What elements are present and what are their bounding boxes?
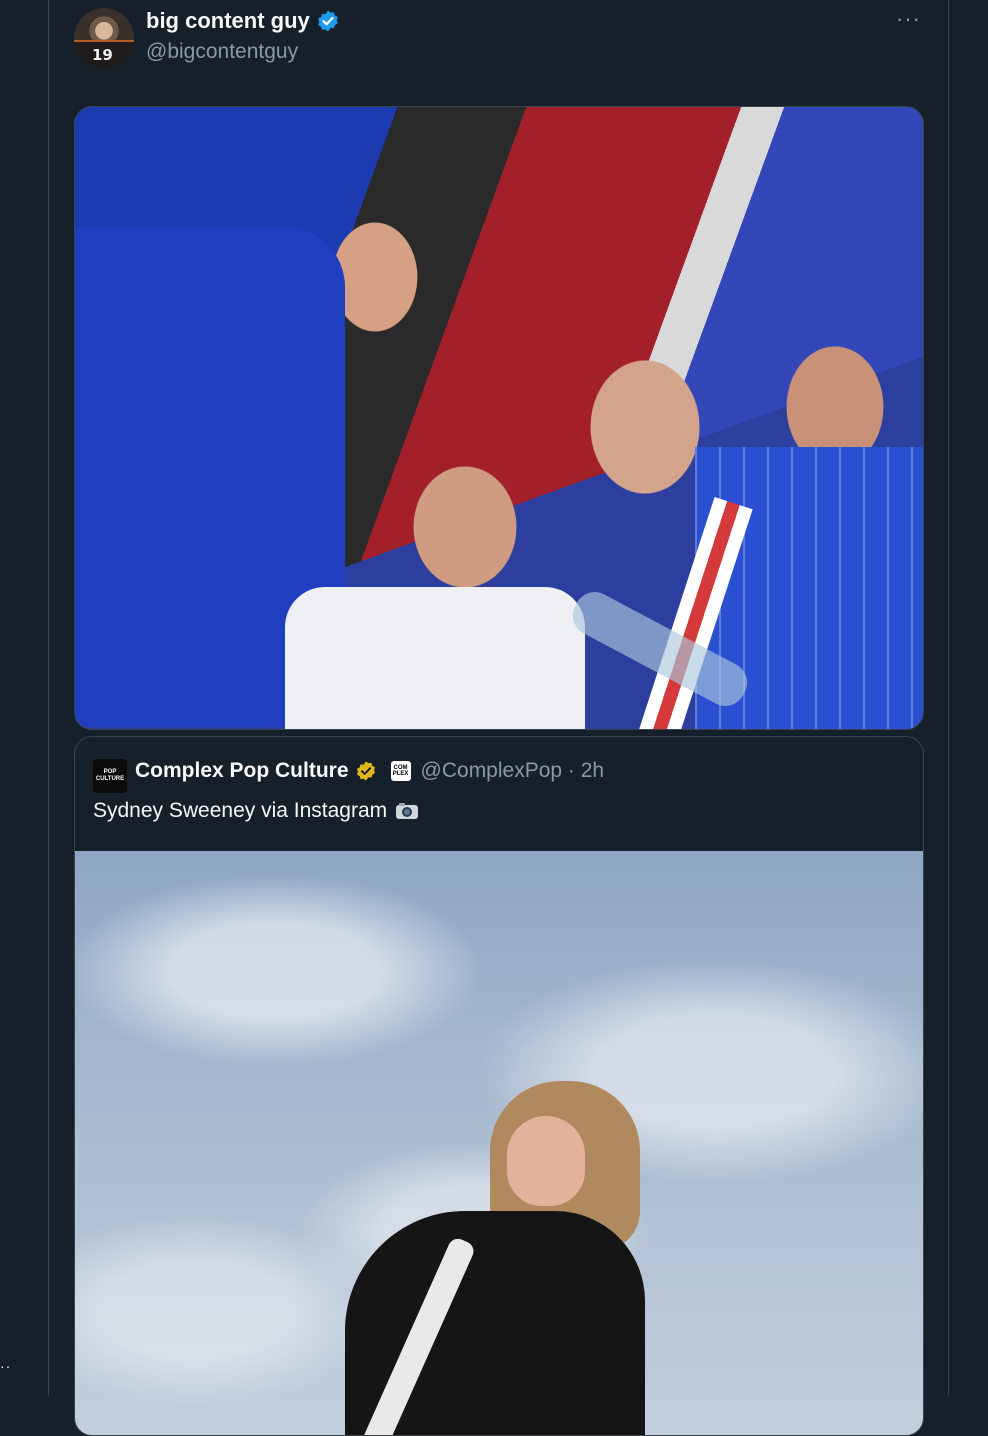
affiliate-badge-icon: COM PLEX — [390, 761, 411, 781]
sidebar-more-dots[interactable]: ·· — [0, 1358, 11, 1374]
quoted-tweet-card[interactable]: POP CULTURE Complex Pop Culture COM PLEX… — [74, 736, 924, 1436]
gold-verified-badge-icon — [356, 761, 375, 781]
quoted-author-avatar[interactable]: POP CULTURE — [93, 759, 127, 793]
author-display-name[interactable]: big content guy — [146, 8, 310, 34]
quoted-tweet-text: Sydney Sweeney via Instagram — [93, 799, 388, 822]
photo-region-face — [507, 1116, 585, 1206]
photo-region-white-shirt — [285, 587, 585, 729]
more-options-button[interactable]: ··· — [896, 6, 921, 32]
quoted-tweet-text-row: Sydney Sweeney via Instagram — [93, 799, 419, 823]
author-name-row: big content guy — [146, 8, 340, 34]
quoted-author-row: Complex Pop Culture COM PLEX @ComplexPop… — [135, 759, 604, 783]
quoted-author-display-name[interactable]: Complex Pop Culture — [135, 759, 349, 783]
timeline-right-border — [948, 0, 949, 1396]
avatar-jersey-number: 19 — [92, 46, 113, 64]
verified-badge-icon — [317, 10, 338, 32]
author-avatar[interactable]: 19 — [74, 8, 134, 68]
tweet-photo[interactable] — [74, 106, 924, 730]
timeline-left-border — [48, 0, 49, 1396]
camera-icon — [396, 803, 419, 819]
quoted-author-handle-time[interactable]: @ComplexPop · 2h — [421, 759, 605, 783]
author-handle[interactable]: @bigcontentguy — [146, 40, 298, 64]
quoted-tweet-photo[interactable] — [75, 851, 923, 1435]
